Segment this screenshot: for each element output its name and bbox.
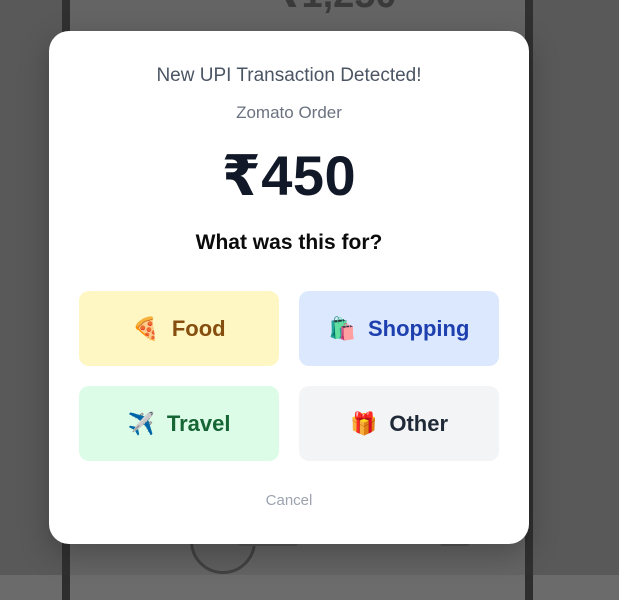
shopping-bag-icon: 🛍️: [328, 315, 356, 341]
dialog-title: New UPI Transaction Detected!: [156, 65, 422, 86]
category-label: Travel: [166, 410, 231, 436]
gift-icon: 🎁: [349, 410, 378, 436]
cancel-button[interactable]: Cancel: [266, 492, 313, 509]
category-label: Shopping: [367, 315, 470, 341]
category-label: Food: [171, 315, 226, 341]
cancel-row: Cancel: [49, 492, 529, 509]
airplane-icon: ✈️: [127, 410, 155, 436]
category-travel-button[interactable]: ✈️ Travel: [79, 386, 279, 461]
category-question: What was this for?: [195, 231, 383, 254]
category-label: Other: [389, 410, 449, 436]
category-shopping-button[interactable]: 🛍️ Shopping: [299, 291, 499, 366]
pizza-icon: 🍕: [132, 315, 160, 341]
transaction-amount: ₹450: [221, 144, 357, 207]
merchant-name: Zomato Order: [236, 103, 342, 122]
category-other-button[interactable]: 🎁 Other: [299, 386, 499, 461]
transaction-category-dialog: New UPI Transaction Detected! Zomato Ord…: [49, 31, 529, 544]
category-food-button[interactable]: 🍕 Food: [79, 291, 279, 366]
